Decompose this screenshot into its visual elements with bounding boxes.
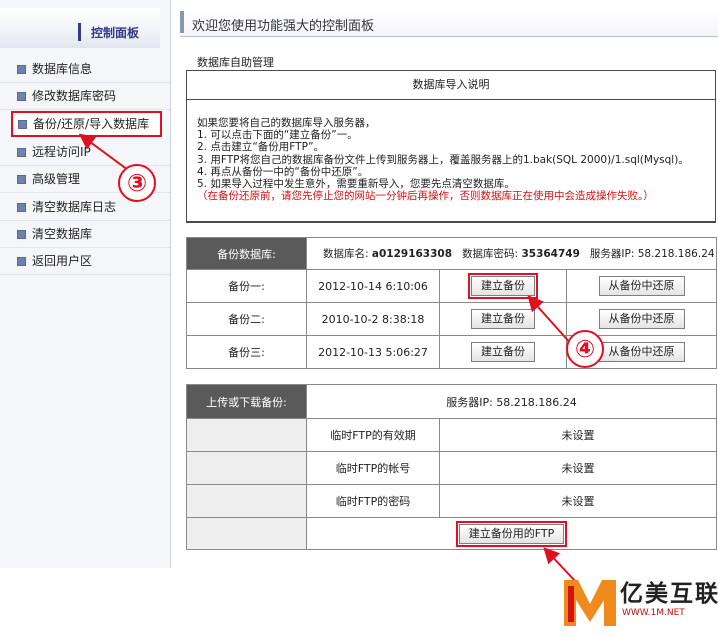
step-4-badge: ④ [566,330,604,368]
brand-logo: 亿美互联 WWW.1M.NET [560,570,718,632]
logo-mark-icon [564,580,616,626]
logo-brand: 亿美互联 [620,581,718,607]
logo-url: WWW.1M.NET [622,608,685,618]
annotation-arrows [78,133,577,583]
arrow-step3 [78,133,129,171]
arrow-step4 [527,295,573,346]
step-3-badge: ③ [118,164,156,202]
